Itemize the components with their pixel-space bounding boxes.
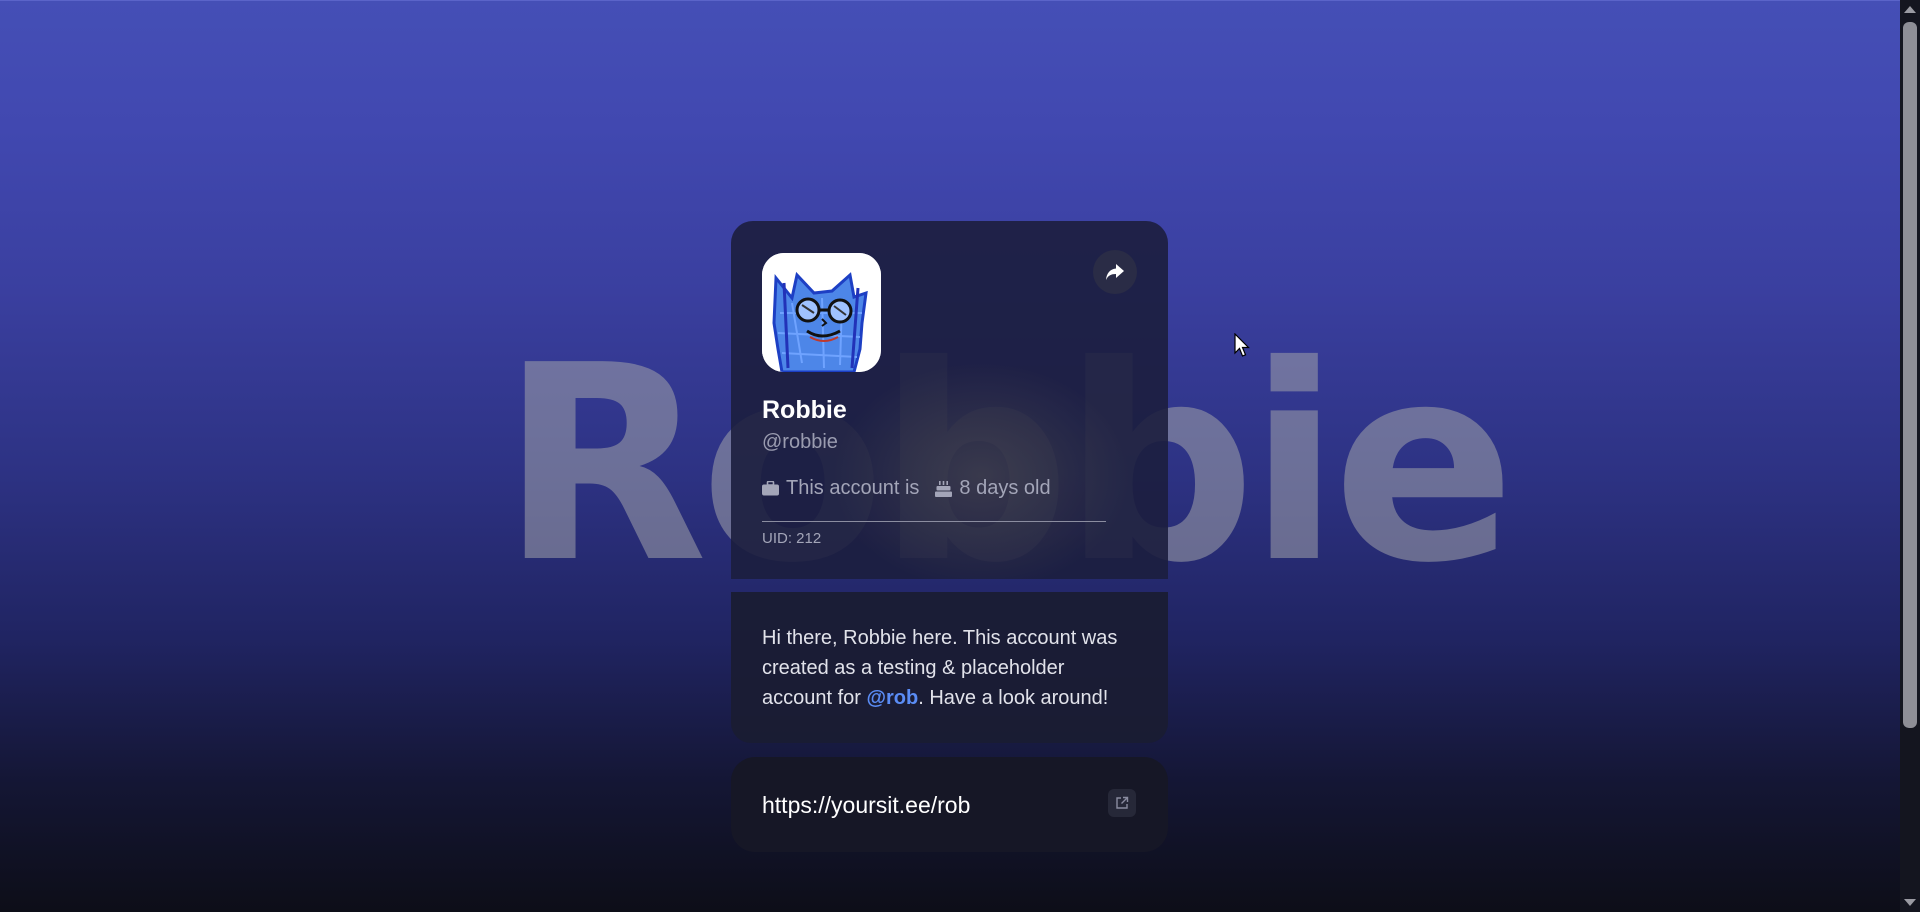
scroll-up-icon[interactable] xyxy=(1904,6,1916,13)
mention-link[interactable]: @rob xyxy=(867,687,919,709)
top-border xyxy=(0,0,1900,1)
account-type-badge: This account is xyxy=(762,477,919,500)
divider xyxy=(762,521,1106,522)
briefcase-icon xyxy=(762,481,779,496)
avatar-drawing-image xyxy=(762,253,881,372)
profile-card: Robbie @robbie This account is 8 days ol… xyxy=(731,221,1168,579)
mouse-cursor-icon xyxy=(1234,333,1250,357)
scroll-down-icon[interactable] xyxy=(1904,899,1916,906)
cake-icon xyxy=(935,480,953,497)
share-icon xyxy=(1106,264,1124,280)
external-link-button[interactable] xyxy=(1108,789,1136,817)
bio-card: Hi there, Robbie here. This account was … xyxy=(731,592,1168,743)
link-card[interactable]: https://yoursit.ee/rob xyxy=(731,757,1168,852)
bio-text-end: . Have a look around! xyxy=(918,687,1109,709)
external-link-icon xyxy=(1116,796,1129,809)
page-scrollbar[interactable] xyxy=(1900,0,1920,912)
link-url[interactable]: https://yoursit.ee/rob xyxy=(762,792,970,819)
profile-glow xyxy=(831,361,1131,579)
account-meta: This account is 8 days old xyxy=(762,477,1051,500)
avatar xyxy=(762,253,881,372)
scroll-thumb[interactable] xyxy=(1903,22,1917,728)
account-age: 8 days old xyxy=(935,477,1051,500)
display-name: Robbie xyxy=(762,396,847,424)
account-age-text: 8 days old xyxy=(959,477,1051,499)
account-type-text: This account is xyxy=(786,477,920,499)
username: @robbie xyxy=(762,431,838,453)
share-button[interactable] xyxy=(1093,250,1137,294)
uid-label: UID: 212 xyxy=(762,530,822,547)
